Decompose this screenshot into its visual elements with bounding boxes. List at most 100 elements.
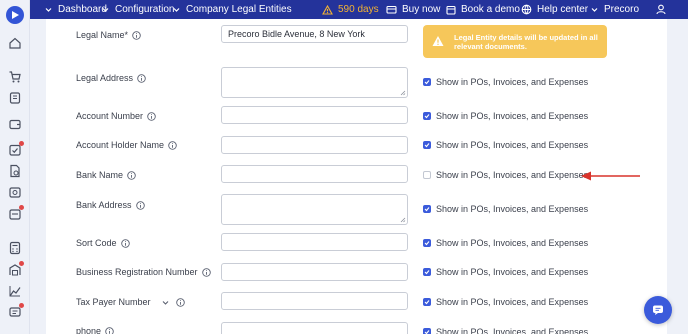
- nav-configuration-label: Configuration: [115, 4, 175, 15]
- legal-name-input[interactable]: Precoro Bidle Avenue, 8 New York: [221, 25, 408, 43]
- phone-label-text: phone: [76, 326, 102, 334]
- info-icon[interactable]: [135, 200, 145, 210]
- home-icon[interactable]: [8, 36, 22, 50]
- phone-show-checkbox[interactable]: Show in POs, Invoices, and Expenses: [423, 327, 588, 334]
- checkbox-label: Show in POs, Invoices, and Expenses: [436, 297, 589, 307]
- legal-address-label-text: Legal Address: [76, 73, 134, 83]
- tax-payer-input[interactable]: [221, 292, 408, 310]
- chat-icon: [653, 305, 663, 315]
- checkbox-label: Show in POs, Invoices, and Expenses: [436, 140, 589, 150]
- account-number-show-checkbox[interactable]: Show in POs, Invoices, and Expenses: [423, 111, 588, 121]
- wallet-icon[interactable]: [8, 117, 22, 131]
- resize-handle-icon[interactable]: [400, 217, 406, 223]
- analytics-icon[interactable]: [8, 284, 22, 298]
- info-icon[interactable]: [132, 30, 141, 40]
- box-icon[interactable]: [8, 185, 22, 199]
- nav-company-legal-entities[interactable]: Company Legal Entities: [172, 0, 292, 19]
- alert-text: Legal Entity details will be updated in …: [454, 33, 598, 51]
- bank-address-label-text: Bank Address: [76, 200, 132, 210]
- account-holder-label-text: Account Holder Name: [76, 140, 165, 150]
- user-menu[interactable]: [656, 0, 666, 19]
- sort-code-label: Sort Code: [76, 238, 130, 248]
- info-icon[interactable]: [137, 73, 146, 83]
- business-reg-label: Business Registration Number: [76, 267, 211, 277]
- checkbox-checked-icon: [423, 78, 431, 86]
- checkbox-label: Show in POs, Invoices, and Expenses: [436, 238, 589, 248]
- business-reg-show-checkbox[interactable]: Show in POs, Invoices, and Expenses: [423, 267, 588, 277]
- info-alert: Legal Entity details will be updated in …: [423, 25, 607, 58]
- book-demo-button[interactable]: Book a demo: [446, 0, 520, 19]
- logo-icon[interactable]: [6, 6, 24, 24]
- nav-dashboard[interactable]: Dashboard: [44, 0, 107, 19]
- bank-address-label: Bank Address: [76, 200, 145, 210]
- tax-payer-label-text: Tax Payer Number: [76, 297, 151, 307]
- checkbox-checked-icon: [423, 205, 431, 213]
- help-center-label: Help center: [537, 4, 589, 15]
- legal-name-label-text: Legal Name*: [76, 30, 129, 40]
- account-number-input[interactable]: [221, 106, 408, 124]
- warehouse-icon[interactable]: [8, 261, 24, 277]
- trial-days-text: 590 days: [338, 4, 379, 15]
- top-navigation-bar: Dashboard Configuration Company Legal En…: [30, 0, 688, 19]
- buy-now-button[interactable]: Buy now: [386, 0, 440, 19]
- checkbox-checked-icon: [423, 112, 431, 120]
- sort-code-label-text: Sort Code: [76, 238, 117, 248]
- buy-now-label: Buy now: [402, 4, 441, 15]
- checkbox-checked-icon: [423, 328, 431, 334]
- cart-check-icon[interactable]: [8, 70, 22, 84]
- info-icon[interactable]: [120, 238, 130, 248]
- bank-address-show-checkbox[interactable]: Show in POs, Invoices, and Expenses: [423, 204, 588, 214]
- checkbox-checked-icon: [423, 141, 431, 149]
- account-holder-show-checkbox[interactable]: Show in POs, Invoices, and Expenses: [423, 140, 588, 150]
- tax-payer-show-checkbox[interactable]: Show in POs, Invoices, and Expenses: [423, 297, 588, 307]
- account-number-label-text: Account Number: [76, 111, 144, 121]
- user-icon: [656, 4, 666, 15]
- info-icon[interactable]: [105, 326, 114, 334]
- sort-code-show-checkbox[interactable]: Show in POs, Invoices, and Expenses: [423, 238, 588, 248]
- company-switcher[interactable]: Precoro: [590, 0, 639, 19]
- info-icon[interactable]: [175, 297, 185, 307]
- approval-icon[interactable]: [8, 141, 24, 157]
- legal-address-label: Legal Address: [76, 73, 146, 83]
- inventory-icon[interactable]: [8, 205, 24, 221]
- chat-button[interactable]: [644, 296, 672, 324]
- legal-address-textarea[interactable]: [221, 67, 408, 98]
- checkbox-checked-icon: [423, 268, 431, 276]
- help-center-button[interactable]: Help center: [521, 0, 588, 19]
- document-icon[interactable]: [8, 164, 22, 178]
- info-icon[interactable]: [147, 111, 156, 121]
- warning-icon: [432, 36, 444, 46]
- calculator-icon[interactable]: [8, 241, 22, 255]
- account-holder-input[interactable]: [221, 136, 408, 154]
- resize-handle-icon[interactable]: [400, 90, 406, 96]
- bank-name-show-checkbox[interactable]: Show in POs, Invoices, and Expenses: [423, 170, 588, 180]
- bank-address-textarea[interactable]: [221, 194, 408, 225]
- account-holder-label: Account Holder Name: [76, 140, 177, 150]
- chevron-down-icon[interactable]: [161, 298, 170, 307]
- notification-dot: [19, 303, 24, 308]
- checkbox-label: Show in POs, Invoices, and Expenses: [436, 204, 589, 214]
- calendar-icon: [446, 5, 456, 15]
- nav-configuration[interactable]: Configuration: [101, 0, 174, 19]
- checkbox-label: Show in POs, Invoices, and Expenses: [436, 111, 589, 121]
- bank-name-input[interactable]: [221, 165, 408, 183]
- info-icon[interactable]: [127, 170, 136, 180]
- checkbox-label: Show in POs, Invoices, and Expenses: [436, 77, 589, 87]
- receipt-icon[interactable]: [8, 91, 22, 105]
- tax-payer-label: Tax Payer Number: [76, 297, 185, 307]
- nav-company-legal-entities-label: Company Legal Entities: [186, 4, 292, 15]
- notification-dot: [19, 141, 24, 146]
- phone-input[interactable]: [221, 322, 408, 334]
- checkbox-label: Show in POs, Invoices, and Expenses: [436, 170, 589, 180]
- business-reg-input[interactable]: [221, 263, 408, 281]
- sort-code-input[interactable]: [221, 233, 408, 251]
- info-icon[interactable]: [201, 267, 211, 277]
- account-number-label: Account Number: [76, 111, 156, 121]
- cart-icon: [386, 5, 397, 14]
- legal-address-show-checkbox[interactable]: Show in POs, Invoices, and Expenses: [423, 77, 588, 87]
- phone-label: phone: [76, 326, 114, 334]
- book-demo-label: Book a demo: [461, 4, 520, 15]
- trial-days-indicator[interactable]: 590 days: [322, 0, 379, 19]
- settings-icon[interactable]: [8, 303, 24, 319]
- info-icon[interactable]: [168, 140, 177, 150]
